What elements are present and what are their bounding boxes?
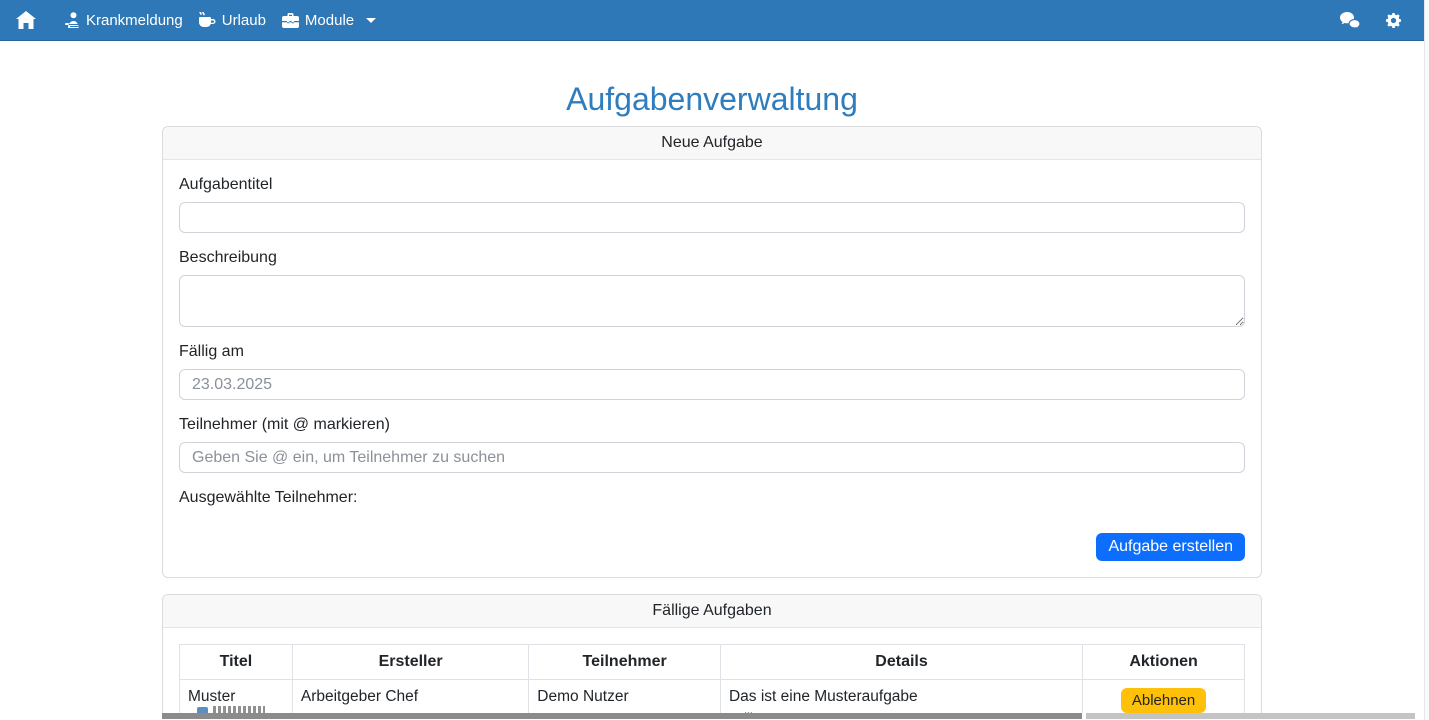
top-navbar: Krankmeldung Urlaub Module [0,0,1424,41]
screen: Krankmeldung Urlaub Module Aufgabenverwa… [0,0,1429,720]
due-tasks-card-body: Titel Ersteller Teilnehmer Details Aktio… [163,628,1261,713]
participants-label: Teilnehmer (mit @ markieren) [179,416,390,433]
nav-item-label: Krankmeldung [86,11,183,29]
home-link[interactable] [16,5,46,35]
description-textarea[interactable] [179,275,1245,327]
settings-button[interactable] [1377,6,1410,35]
mug-icon [198,12,216,28]
new-task-card-header: Neue Aufgabe [163,127,1261,160]
field-due-date: Fällig am [179,343,1245,400]
column-header-aktionen: Aktionen [1082,644,1245,680]
title-label: Aufgabentitel [179,176,273,193]
nav-item-label: Urlaub [221,11,266,29]
due-tasks-card-header: Fällige Aufgaben [163,595,1261,628]
gear-icon [1385,12,1402,29]
due-date-label: Fällig am [179,343,244,360]
field-participants: Teilnehmer (mit @ markieren) [179,416,1245,473]
submit-row: Aufgabe erstellen [179,533,1245,561]
cell-ersteller: Arbeitgeber Chef [291,679,530,713]
cell-aktionen: Ablehnen [1082,679,1245,713]
table-row: Muster Arbeitgeber Chef Demo Nutzer Das … [179,679,1245,713]
nav-item-krankmeldung[interactable]: Krankmeldung [56,6,191,35]
nav-item-urlaub[interactable]: Urlaub [191,6,274,35]
background-window-edge-light [1086,713,1415,719]
selected-participants-label: Ausgewählte Teilnehmer: [179,489,358,506]
chevron-down-icon [366,17,377,23]
column-header-teilnehmer: Teilnehmer [528,644,721,680]
column-header-ersteller: Ersteller [291,644,530,680]
user-injured-icon [64,12,80,28]
background-window-edge-dark [162,713,1082,719]
due-date-input[interactable] [179,369,1245,400]
cell-teilnehmer: Demo Nutzer [528,679,721,713]
create-task-button[interactable]: Aufgabe erstellen [1096,533,1245,561]
page-title: Aufgabenverwaltung [566,81,858,117]
navbar-right [1332,6,1410,35]
main-container: Aufgabenverwaltung Neue Aufgabe Aufgaben… [162,81,1262,713]
details-text: Das ist eine Musteraufgabe [728,688,918,705]
nav-item-label: Module [304,11,355,29]
new-task-card-body: Aufgabentitel Beschreibung Fällig am Tei… [163,160,1261,577]
column-header-titel: Titel [179,644,293,680]
page-scrollbar[interactable] [1424,0,1429,720]
cell-details: Das ist eine Musteraufgabe Fällig: 2025-… [719,679,1084,713]
selected-participants-zone [179,507,1245,517]
comments-icon [1340,11,1361,29]
due-tasks-card: Fällige Aufgaben Titel Ersteller Teilneh… [162,594,1262,713]
participants-input[interactable] [179,442,1245,473]
reject-button[interactable]: Ablehnen [1120,688,1207,713]
column-header-details: Details [719,644,1084,680]
messages-button[interactable] [1332,6,1369,35]
nav-item-module[interactable]: Module [274,6,384,35]
toolbox-icon [281,12,299,28]
home-icon [16,11,36,29]
description-label: Beschreibung [179,249,277,266]
due-tasks-table: Titel Ersteller Teilnehmer Details Aktio… [179,644,1245,713]
table-header-row: Titel Ersteller Teilnehmer Details Aktio… [179,644,1245,680]
field-title: Aufgabentitel [179,176,1245,233]
field-description: Beschreibung [179,249,1245,327]
new-task-card: Neue Aufgabe Aufgabentitel Beschreibung … [162,126,1262,578]
title-input[interactable] [179,202,1245,233]
browser-viewport: Krankmeldung Urlaub Module Aufgabenverwa… [0,0,1424,713]
